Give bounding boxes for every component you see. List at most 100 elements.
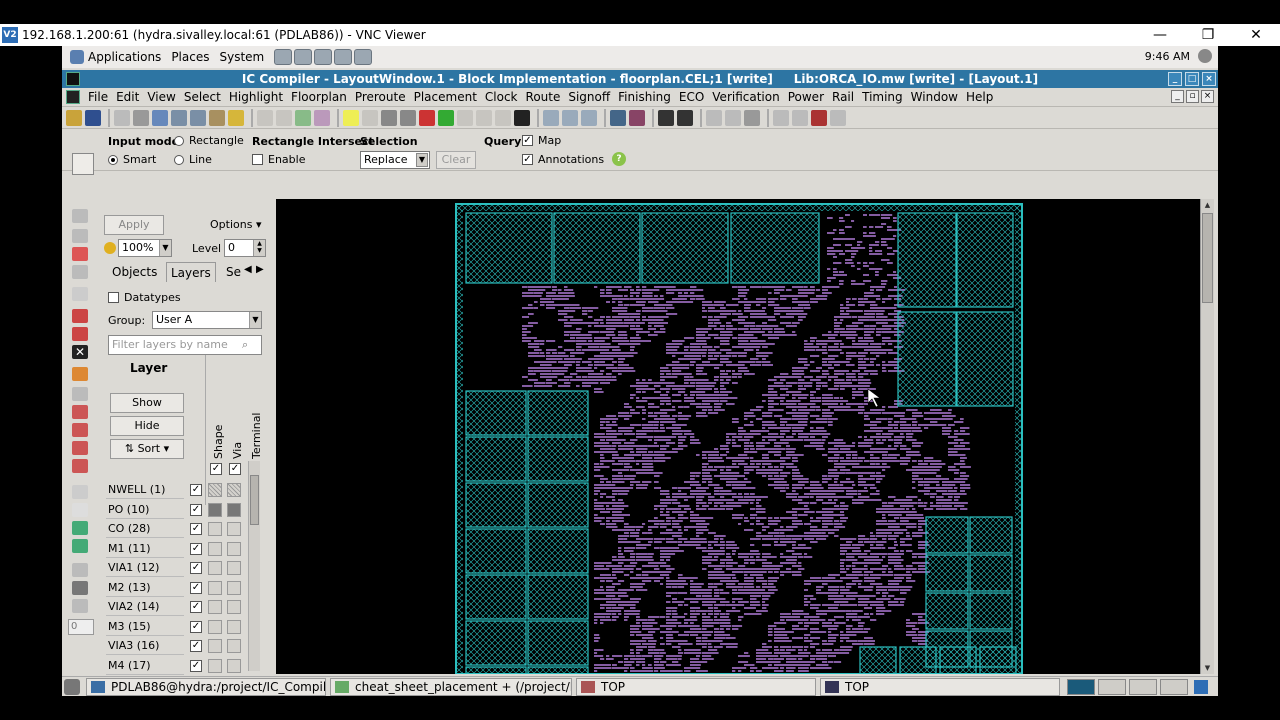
highlight-dropdown-icon[interactable] bbox=[362, 109, 378, 126]
hide-button[interactable]: Hide bbox=[110, 416, 184, 436]
options-icon[interactable] bbox=[72, 599, 88, 613]
zoom-in-icon[interactable] bbox=[171, 109, 187, 126]
terminal-launcher-icon[interactable] bbox=[334, 49, 353, 65]
filter-layers-input[interactable]: Filter layers by name bbox=[108, 335, 262, 355]
undo-icon[interactable] bbox=[773, 109, 789, 126]
move-up-icon[interactable] bbox=[706, 109, 722, 126]
menu-clock[interactable]: Clock bbox=[481, 90, 522, 104]
unlock-icon[interactable] bbox=[72, 229, 88, 243]
layer-visible-checkbox[interactable]: ✓ bbox=[190, 484, 202, 496]
layer-via-swatch[interactable] bbox=[227, 580, 241, 595]
layer-row[interactable]: VIA1 (12) ✓ bbox=[106, 559, 254, 578]
edit-icon[interactable] bbox=[276, 109, 292, 126]
layer-via-swatch[interactable] bbox=[227, 600, 241, 614]
layer-shape-swatch[interactable] bbox=[208, 483, 222, 497]
icc-close-button[interactable]: × bbox=[1202, 72, 1216, 86]
level-spinner[interactable]: 0 ▲ ▼ bbox=[224, 239, 266, 257]
workspace-1[interactable] bbox=[1067, 678, 1095, 695]
move-down-icon[interactable] bbox=[725, 109, 741, 126]
clock[interactable]: 9:46 AM bbox=[1145, 50, 1190, 63]
layer-visible-checkbox[interactable]: ✓ bbox=[190, 562, 202, 574]
layer-via-swatch[interactable] bbox=[227, 658, 241, 673]
icc-minimize-button[interactable]: _ bbox=[1168, 72, 1182, 86]
brush-icon[interactable] bbox=[381, 109, 397, 126]
child-restore-button[interactable]: ▫ bbox=[1186, 90, 1199, 103]
menu-route[interactable]: Route bbox=[522, 90, 565, 104]
layer-shape-swatch[interactable] bbox=[208, 561, 222, 575]
annotations-checkbox[interactable]: ✓ Annotations bbox=[522, 153, 604, 166]
volume-icon[interactable] bbox=[1198, 49, 1212, 63]
pointer-icon[interactable] bbox=[257, 109, 273, 126]
redo-icon[interactable] bbox=[792, 109, 808, 126]
schematic-icon[interactable] bbox=[677, 109, 693, 126]
menu-rail[interactable]: Rail bbox=[828, 90, 858, 104]
layer-shape-swatch[interactable] bbox=[208, 639, 222, 653]
menu-preroute[interactable]: Preroute bbox=[351, 90, 410, 104]
datatypes-checkbox[interactable]: Datatypes bbox=[108, 291, 181, 304]
open-icon[interactable] bbox=[66, 109, 82, 126]
menu-system[interactable]: System bbox=[219, 50, 264, 64]
layer-visible-checkbox[interactable]: ✓ bbox=[190, 620, 202, 633]
options-dropdown[interactable]: Options ▾ bbox=[210, 218, 261, 231]
delete-icon[interactable] bbox=[314, 109, 330, 126]
menu-eco[interactable]: ECO bbox=[675, 90, 708, 104]
move-icon[interactable] bbox=[72, 309, 88, 323]
tab-settings[interactable]: Se bbox=[222, 262, 245, 282]
layer-shape-swatch[interactable] bbox=[208, 541, 222, 556]
cell-icon[interactable] bbox=[457, 109, 473, 126]
pan-hand-icon[interactable] bbox=[209, 109, 225, 126]
route-icon[interactable] bbox=[72, 247, 88, 261]
layer-shape-swatch[interactable] bbox=[208, 522, 222, 536]
help-icon[interactable]: ? bbox=[612, 152, 626, 166]
menu-signoff[interactable]: Signoff bbox=[564, 90, 614, 104]
zoom-select[interactable]: 100% ▼ bbox=[118, 239, 172, 257]
shape-icon[interactable] bbox=[72, 503, 88, 517]
menu-floorplan[interactable]: Floorplan bbox=[287, 90, 351, 104]
palette-icon[interactable] bbox=[610, 109, 626, 126]
rotate-icon[interactable] bbox=[72, 327, 88, 341]
left-value-input[interactable]: 0 bbox=[68, 619, 94, 635]
stop-icon[interactable] bbox=[811, 109, 827, 126]
layer-row[interactable]: M4 (17) ✓ bbox=[106, 657, 254, 676]
snap-icon[interactable] bbox=[495, 109, 511, 126]
select-arrow-icon[interactable] bbox=[72, 153, 94, 175]
layer-shape-swatch[interactable] bbox=[208, 619, 222, 634]
apply-button[interactable]: Apply bbox=[104, 215, 164, 235]
copy-icon[interactable] bbox=[72, 265, 88, 279]
layer-row[interactable]: PO (10) ✓ bbox=[106, 501, 254, 520]
layer-via-swatch[interactable] bbox=[227, 483, 241, 497]
workspace-2[interactable] bbox=[1098, 678, 1126, 695]
menu-file[interactable]: File bbox=[84, 90, 112, 104]
layer-list-scrollbar[interactable] bbox=[248, 461, 260, 671]
menu-view[interactable]: View bbox=[143, 90, 179, 104]
grid-icon[interactable] bbox=[438, 109, 454, 126]
tab-scroll-left-icon[interactable]: ◀ bbox=[244, 264, 252, 275]
layer-row[interactable]: M2 (13) ✓ bbox=[106, 579, 254, 598]
menu-timing[interactable]: Timing bbox=[858, 90, 907, 104]
layout-drawing[interactable] bbox=[276, 199, 1200, 674]
task-top-2[interactable]: TOP bbox=[820, 677, 1060, 696]
layer-row[interactable]: M3 (15) ✓ bbox=[106, 618, 254, 637]
line-radio[interactable]: Line bbox=[174, 153, 212, 166]
path-icon[interactable] bbox=[400, 109, 416, 126]
clear-button[interactable]: Clear bbox=[436, 151, 476, 169]
close-button[interactable]: ✕ bbox=[1232, 24, 1280, 46]
layer-via-swatch[interactable] bbox=[227, 522, 241, 536]
view-icon[interactable] bbox=[476, 109, 492, 126]
pencil-icon[interactable] bbox=[133, 109, 149, 126]
zoom-fit-icon[interactable] bbox=[543, 109, 559, 126]
select-tool-icon[interactable] bbox=[114, 109, 130, 126]
layer-via-swatch[interactable] bbox=[227, 541, 241, 556]
refresh-icon[interactable] bbox=[830, 109, 846, 126]
task-top-1[interactable]: TOP bbox=[576, 677, 816, 696]
net-icon[interactable] bbox=[72, 539, 88, 553]
all-via-checkbox[interactable]: ✓ bbox=[229, 463, 241, 475]
tab-objects[interactable]: Objects bbox=[108, 262, 161, 282]
layer-shape-swatch[interactable] bbox=[208, 502, 222, 517]
resize-icon[interactable] bbox=[72, 405, 88, 419]
all-shape-checkbox[interactable]: ✓ bbox=[210, 463, 222, 475]
layer-visible-checkbox[interactable]: ✓ bbox=[190, 581, 202, 594]
task-cheat-sheet[interactable]: cheat_sheet_placement + (/project/IC... bbox=[330, 677, 572, 696]
layer-visible-checkbox[interactable]: ✓ bbox=[190, 640, 202, 652]
menu-verification[interactable]: Verification bbox=[708, 90, 783, 104]
